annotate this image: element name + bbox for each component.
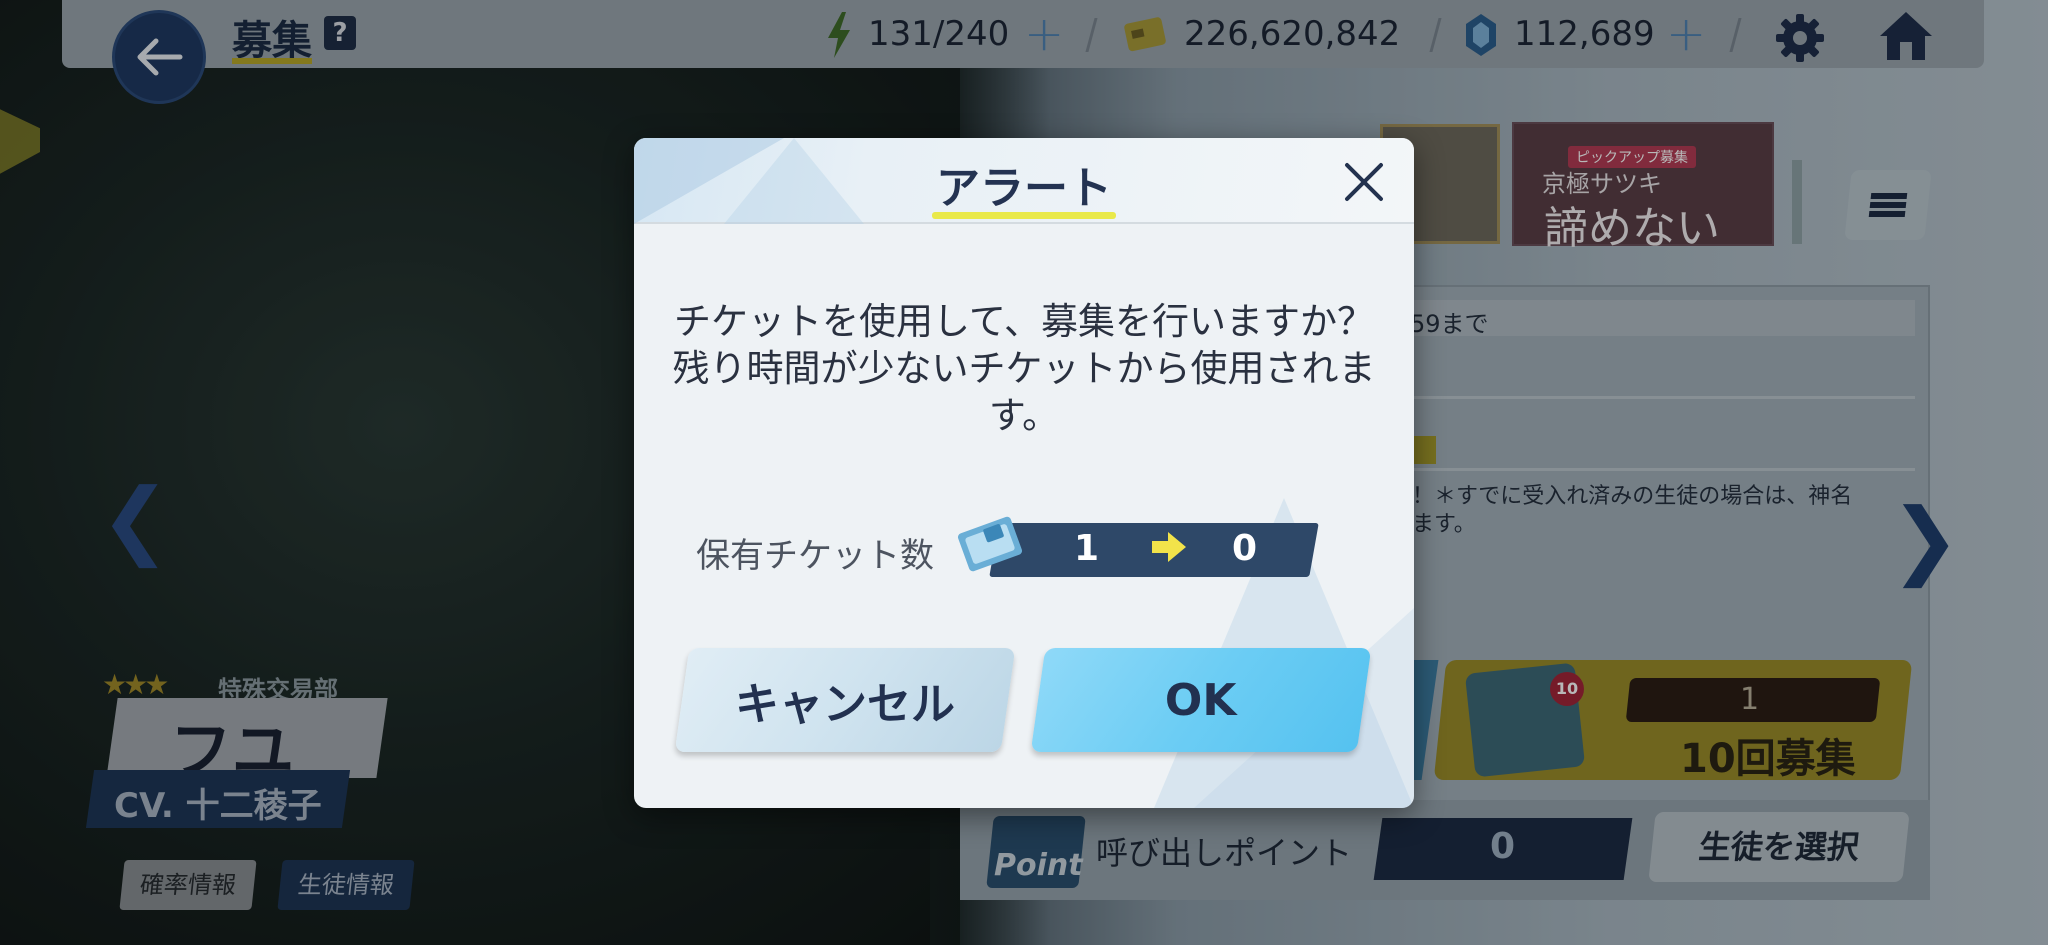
ticket-icon bbox=[957, 516, 1023, 572]
arrow-right-icon bbox=[1152, 532, 1186, 562]
cancel-button[interactable]: キャンセル bbox=[674, 648, 1016, 752]
ticket-count-after: 0 bbox=[1232, 528, 1258, 569]
ok-button[interactable]: OK bbox=[1030, 648, 1372, 752]
ticket-count-before: 1 bbox=[1074, 528, 1100, 569]
alert-dialog: アラート チケットを使用して、募集を行いますか？ 残り時間が少ないチケットから使… bbox=[634, 138, 1414, 808]
close-icon[interactable] bbox=[1340, 158, 1388, 206]
ok-button-label: OK bbox=[1165, 674, 1237, 726]
message-line-3: す。 bbox=[988, 394, 1060, 437]
message-line-2: 残り時間が少ないチケットから使用されま bbox=[672, 347, 1376, 390]
message-line-1: チケットを使用して、募集を行いますか？ bbox=[673, 300, 1375, 343]
title-underline bbox=[932, 212, 1116, 219]
dialog-message: チケットを使用して、募集を行いますか？ 残り時間が少ないチケットから使用されま … bbox=[664, 298, 1384, 439]
dialog-title: アラート bbox=[936, 163, 1112, 214]
owned-ticket-label: 保有チケット数 bbox=[696, 536, 934, 576]
cancel-button-label: キャンセル bbox=[735, 679, 955, 730]
